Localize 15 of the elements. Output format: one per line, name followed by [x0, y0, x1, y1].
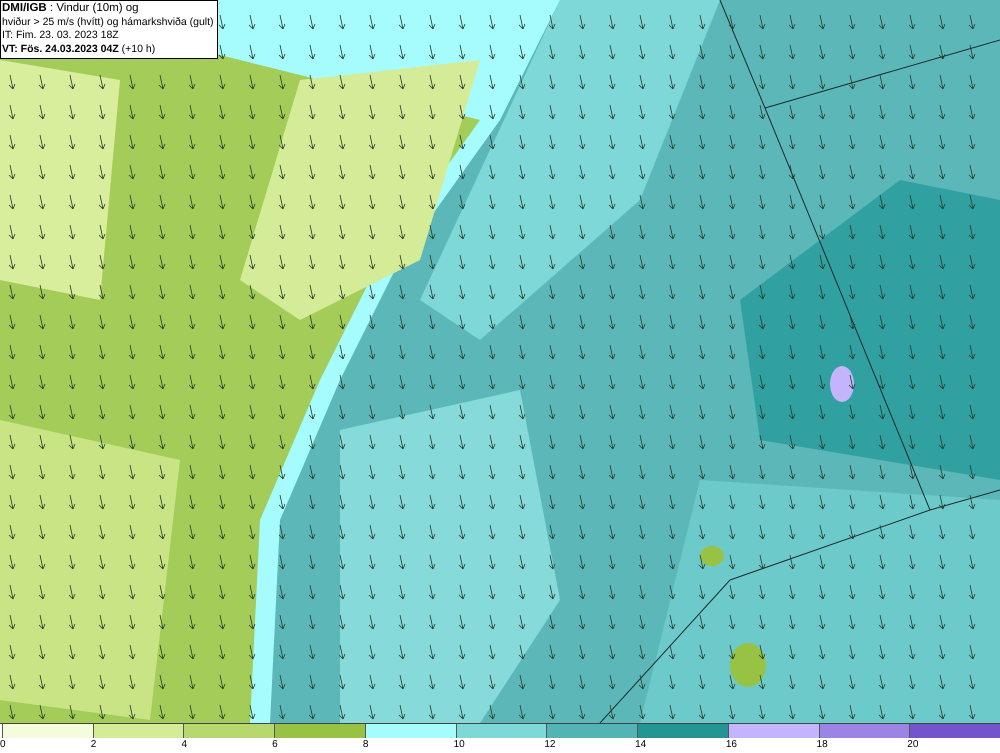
legend-label: 4	[181, 738, 188, 751]
legend-label: 8	[362, 738, 368, 751]
legend-label: 2	[90, 738, 96, 751]
legend-label: 12	[544, 738, 556, 751]
title-line: VT: Fös. 24.03.2023 04Z (+10 h)	[2, 42, 156, 56]
title-line: DMI/IGB : Vindur (10m) og	[2, 2, 140, 16]
title-line: IT: Fim. 23. 03. 2023 18Z	[2, 29, 120, 42]
legend-label: 6	[272, 738, 278, 751]
title-line: hviður > 25 m/s (hvítt) og hámarkshviða (gult)	[2, 16, 214, 29]
legend-label: 0	[0, 738, 6, 751]
legend-label: 10	[454, 738, 465, 751]
legend-label: 14	[635, 738, 646, 751]
legend-label: 16	[726, 738, 737, 751]
legend-label: 20	[907, 738, 918, 751]
legend-label: 18	[816, 738, 828, 751]
